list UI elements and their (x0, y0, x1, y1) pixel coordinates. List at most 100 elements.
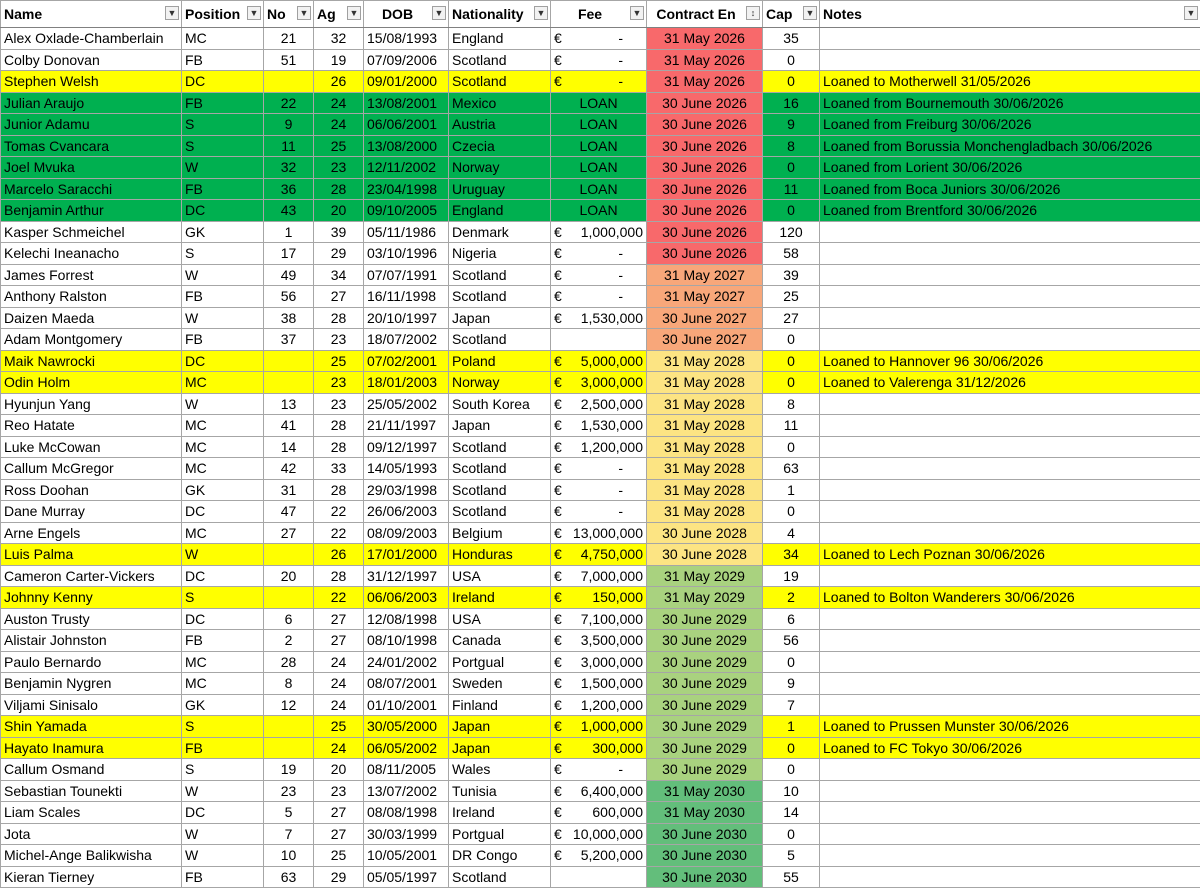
cell-notes[interactable] (820, 415, 1200, 437)
cell-contract[interactable]: 30 June 2026 (647, 200, 763, 222)
cell-caps[interactable]: 0 (763, 49, 820, 71)
cell-caps[interactable]: 0 (763, 737, 820, 759)
cell-nationality[interactable]: Norway (449, 372, 551, 394)
cell-contract[interactable]: 31 May 2028 (647, 479, 763, 501)
cell-caps[interactable]: 19 (763, 565, 820, 587)
cell-dob[interactable]: 10/05/2001 (364, 845, 449, 867)
cell-position[interactable]: FB (182, 737, 264, 759)
cell-fee[interactable]: €2,500,000 (551, 393, 647, 415)
cell-nationality[interactable]: Czecia (449, 135, 551, 157)
cell-notes[interactable] (820, 608, 1200, 630)
cell-caps[interactable]: 55 (763, 866, 820, 888)
cell-no[interactable]: 43 (264, 200, 314, 222)
cell-contract[interactable]: 31 May 2028 (647, 501, 763, 523)
cell-age[interactable]: 26 (314, 544, 364, 566)
cell-notes[interactable] (820, 630, 1200, 652)
cell-age[interactable]: 28 (314, 307, 364, 329)
cell-fee[interactable]: €1,530,000 (551, 307, 647, 329)
cell-no[interactable] (264, 587, 314, 609)
cell-position[interactable]: W (182, 264, 264, 286)
cell-notes[interactable]: Loaned to Motherwell 31/05/2026 (820, 71, 1200, 93)
cell-name[interactable]: Junior Adamu (1, 114, 182, 136)
cell-notes[interactable] (820, 286, 1200, 308)
cell-name[interactable]: Colby Donovan (1, 49, 182, 71)
cell-notes[interactable] (820, 329, 1200, 351)
cell-caps[interactable]: 0 (763, 759, 820, 781)
cell-position[interactable]: DC (182, 71, 264, 93)
cell-contract[interactable]: 31 May 2028 (647, 350, 763, 372)
cell-age[interactable]: 27 (314, 823, 364, 845)
cell-position[interactable]: FB (182, 630, 264, 652)
cell-dob[interactable]: 17/01/2000 (364, 544, 449, 566)
dropdown-arrow-icon[interactable]: ▼ (803, 6, 817, 20)
cell-dob[interactable]: 18/07/2002 (364, 329, 449, 351)
cell-position[interactable]: W (182, 157, 264, 179)
cell-position[interactable]: MC (182, 522, 264, 544)
cell-caps[interactable]: 56 (763, 630, 820, 652)
cell-age[interactable]: 39 (314, 221, 364, 243)
cell-name[interactable]: Paulo Bernardo (1, 651, 182, 673)
cell-nationality[interactable]: Ireland (449, 587, 551, 609)
cell-age[interactable]: 25 (314, 135, 364, 157)
cell-dob[interactable]: 08/11/2005 (364, 759, 449, 781)
cell-notes[interactable] (820, 436, 1200, 458)
cell-no[interactable]: 51 (264, 49, 314, 71)
cell-caps[interactable]: 0 (763, 372, 820, 394)
cell-contract[interactable]: 31 May 2026 (647, 28, 763, 50)
cell-contract[interactable]: 30 June 2026 (647, 114, 763, 136)
cell-fee[interactable]: €- (551, 479, 647, 501)
cell-name[interactable]: Johnny Kenny (1, 587, 182, 609)
cell-fee[interactable]: LOAN (551, 200, 647, 222)
cell-notes[interactable]: Loaned from Boca Juniors 30/06/2026 (820, 178, 1200, 200)
cell-no[interactable]: 36 (264, 178, 314, 200)
cell-notes[interactable]: Loaned to FC Tokyo 30/06/2026 (820, 737, 1200, 759)
cell-name[interactable]: Dane Murray (1, 501, 182, 523)
cell-age[interactable]: 25 (314, 350, 364, 372)
cell-name[interactable]: Callum Osmand (1, 759, 182, 781)
cell-position[interactable]: FB (182, 92, 264, 114)
cell-name[interactable]: Shin Yamada (1, 716, 182, 738)
cell-position[interactable]: DC (182, 802, 264, 824)
cell-name[interactable]: Liam Scales (1, 802, 182, 824)
cell-name[interactable]: Alistair Johnston (1, 630, 182, 652)
cell-fee[interactable]: €1,500,000 (551, 673, 647, 695)
cell-caps[interactable]: 8 (763, 135, 820, 157)
dropdown-arrow-icon[interactable]: ▼ (347, 6, 361, 20)
cell-no[interactable]: 28 (264, 651, 314, 673)
cell-name[interactable]: Joel Mvuka (1, 157, 182, 179)
cell-age[interactable]: 27 (314, 286, 364, 308)
cell-contract[interactable]: 30 June 2029 (647, 694, 763, 716)
cell-age[interactable]: 25 (314, 716, 364, 738)
table-row[interactable]: Tomas CvancaraS112513/08/2000CzeciaLOAN3… (1, 135, 1200, 157)
cell-no[interactable]: 31 (264, 479, 314, 501)
cell-dob[interactable]: 13/08/2001 (364, 92, 449, 114)
cell-no[interactable]: 5 (264, 802, 314, 824)
cell-no[interactable]: 9 (264, 114, 314, 136)
table-row[interactable]: Daizen MaedaW382820/10/1997Japan€1,530,0… (1, 307, 1200, 329)
cell-nationality[interactable]: Portgual (449, 651, 551, 673)
cell-no[interactable]: 32 (264, 157, 314, 179)
cell-fee[interactable]: €6,400,000 (551, 780, 647, 802)
cell-caps[interactable]: 8 (763, 393, 820, 415)
cell-notes[interactable] (820, 243, 1200, 265)
cell-notes[interactable] (820, 823, 1200, 845)
cell-caps[interactable]: 0 (763, 651, 820, 673)
cell-name[interactable]: Auston Trusty (1, 608, 182, 630)
cell-name[interactable]: Jota (1, 823, 182, 845)
cell-nationality[interactable]: Nigeria (449, 243, 551, 265)
cell-age[interactable]: 29 (314, 243, 364, 265)
cell-nationality[interactable]: Scotland (449, 501, 551, 523)
table-row[interactable]: Callum McGregorMC423314/05/1993Scotland€… (1, 458, 1200, 480)
cell-dob[interactable]: 08/07/2001 (364, 673, 449, 695)
table-row[interactable]: Maik NawrockiDC2507/02/2001Poland€5,000,… (1, 350, 1200, 372)
cell-dob[interactable]: 08/09/2003 (364, 522, 449, 544)
header-caps[interactable]: Cap▼ (763, 1, 820, 28)
cell-fee[interactable]: €- (551, 286, 647, 308)
cell-dob[interactable]: 08/10/1998 (364, 630, 449, 652)
cell-fee[interactable]: €1,200,000 (551, 694, 647, 716)
cell-notes[interactable] (820, 845, 1200, 867)
cell-age[interactable]: 24 (314, 92, 364, 114)
cell-position[interactable]: FB (182, 286, 264, 308)
cell-notes[interactable] (820, 866, 1200, 888)
cell-age[interactable]: 22 (314, 501, 364, 523)
